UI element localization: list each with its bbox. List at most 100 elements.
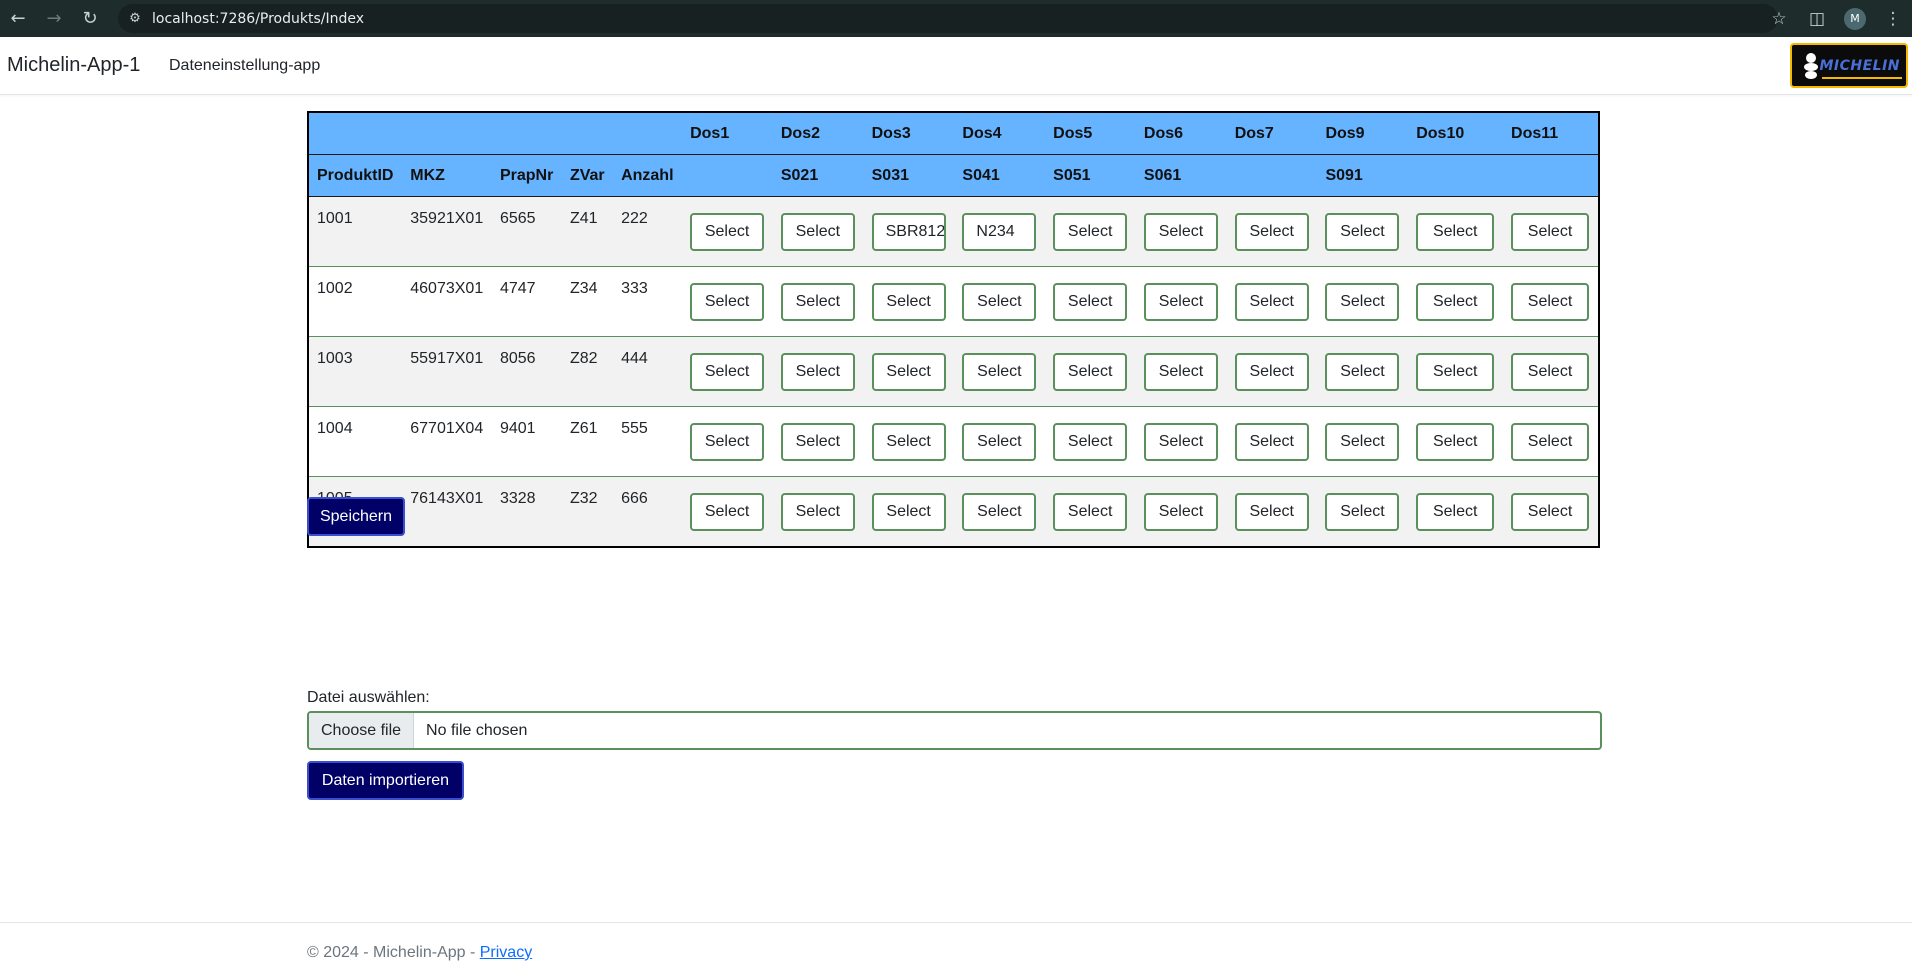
dos-select[interactable]: Select (780, 212, 855, 251)
cell-anzahl: 555 (621, 420, 648, 437)
dos-select[interactable]: SBR812 (871, 212, 946, 251)
select-cell: Select (1045, 337, 1136, 407)
dos-select[interactable]: Select (1234, 492, 1309, 531)
dos-select[interactable]: Select (871, 422, 946, 461)
select-cell: Select (682, 337, 773, 407)
select-cell: Select (1227, 267, 1318, 337)
dos-select[interactable]: Select (690, 282, 765, 321)
product-table: Dos1 Dos2 Dos3 Dos4 Dos5 Dos6 Dos7 Dos9 Dos10 Dos… (309, 113, 1598, 546)
dos-select[interactable]: Select (780, 492, 855, 531)
cell-prapnr: 3328 (499, 490, 536, 507)
cell-produktid: 1003 (317, 350, 353, 367)
select-cell: Select (864, 337, 955, 407)
forward-icon[interactable]: → (36, 0, 72, 37)
dos-select[interactable]: Select (871, 492, 946, 531)
dos-select[interactable]: Select (1416, 212, 1495, 251)
dos-select[interactable]: Select (690, 212, 765, 251)
select-cell: Select (954, 267, 1045, 337)
profile-avatar[interactable]: M (1844, 7, 1866, 30)
dos-select[interactable]: Select (1511, 422, 1590, 461)
dos-select[interactable]: Select (871, 352, 946, 391)
dos-select[interactable]: Select (962, 352, 1037, 391)
dos-select[interactable]: Select (871, 282, 946, 321)
back-icon[interactable]: ← (0, 0, 36, 37)
select-cell: Select (1408, 197, 1503, 267)
dos-select[interactable]: Select (1234, 212, 1309, 251)
dos-select[interactable]: Select (1325, 422, 1400, 461)
bookmark-star-icon[interactable]: ☆ (1760, 9, 1798, 29)
dos-select[interactable]: Select (1234, 422, 1309, 461)
dos-select[interactable]: Select (962, 492, 1037, 531)
dos-select[interactable]: Select (1416, 352, 1495, 391)
dos-select[interactable]: Select (1143, 422, 1218, 461)
import-button[interactable]: Daten importieren (307, 761, 464, 800)
dos-select[interactable]: Select (1053, 352, 1128, 391)
select-cell: Select (1317, 337, 1408, 407)
select-cell: Select (1136, 197, 1227, 267)
cell-mkz: 35921X01 (410, 210, 484, 227)
menu-icon[interactable]: ⋮ (1874, 9, 1912, 29)
dos-select[interactable]: Select (1511, 212, 1590, 251)
dos-select[interactable]: Select (1325, 492, 1400, 531)
dos-select[interactable]: Select (1234, 282, 1309, 321)
cell-anzahl: 222 (621, 210, 648, 227)
select-cell: Select (954, 337, 1045, 407)
brand-link[interactable]: Michelin-App-1 (7, 54, 140, 77)
save-button[interactable]: Speichern (307, 497, 405, 536)
header-cell-r2: S061 (1143, 166, 1182, 184)
header-cell-r1 (491, 113, 562, 155)
dos-select[interactable]: Select (1325, 282, 1400, 321)
cell-mkz: 67701X04 (410, 420, 484, 437)
select-cell: Select (1317, 477, 1408, 547)
dos-select[interactable]: Select (780, 422, 855, 461)
dos-select[interactable]: Select (1416, 282, 1495, 321)
dos-select[interactable]: Select (1053, 282, 1128, 321)
header-cell-r2: Anzahl (621, 166, 674, 184)
dos-select[interactable]: Select (1325, 352, 1400, 391)
dos-select[interactable]: Select (1053, 212, 1128, 251)
header-cell-r1: Dos6 (1135, 113, 1227, 155)
dos-select[interactable]: Select (1234, 352, 1309, 391)
table-row: 1001 35921X01 6565 Z41 222 Select Select SBR812… (309, 196, 1598, 267)
dos-select[interactable]: Select (1511, 352, 1590, 391)
dos-select[interactable]: Select (1053, 422, 1128, 461)
dos-select[interactable]: Select (962, 282, 1037, 321)
dos-select[interactable]: Select (690, 352, 765, 391)
dos-select[interactable]: Select (1325, 212, 1400, 251)
select-cell: Select (773, 477, 864, 547)
dos-select[interactable]: Select (780, 282, 855, 321)
dos-select[interactable]: Select (1416, 422, 1495, 461)
dos-select[interactable]: N234 (962, 212, 1037, 251)
dos-select[interactable]: Select (1053, 492, 1128, 531)
select-cell: SBR812 (864, 197, 955, 267)
reload-icon[interactable]: ↻ (72, 0, 108, 37)
dos-select[interactable]: Select (1143, 212, 1218, 251)
nav-link-dateneinstellung[interactable]: Dateneinstellung-app (169, 57, 320, 75)
dos-select[interactable]: Select (780, 352, 855, 391)
select-cell: Select (864, 477, 955, 547)
dos-select[interactable]: Select (1143, 352, 1218, 391)
michelin-logo[interactable]: MICHELIN (1790, 43, 1908, 88)
dos-select[interactable]: Select (1511, 282, 1590, 321)
footer-copyright: © 2024 - Michelin-App - (307, 944, 480, 961)
select-cell: Select (1227, 407, 1318, 477)
choose-file-button[interactable]: Choose file (309, 713, 415, 748)
select-cell: Select (1408, 337, 1503, 407)
header-cell-r1: Dos11 (1503, 113, 1598, 155)
dos-select[interactable]: Select (1143, 282, 1218, 321)
dos-select[interactable]: Select (962, 422, 1037, 461)
dos-select[interactable]: Select (690, 422, 765, 461)
privacy-link[interactable]: Privacy (480, 944, 532, 961)
app-navbar: Michelin-App-1 Dateneinstellung-app MICH… (0, 37, 1912, 95)
dos-select[interactable]: Select (1416, 492, 1495, 531)
header-cell-r1: Dos1 (682, 113, 773, 155)
site-info-icon[interactable]: ⚙ (118, 11, 152, 26)
dos-select[interactable]: Select (1511, 492, 1590, 531)
header-cell-r1: Dos5 (1045, 113, 1136, 155)
dos-select[interactable]: Select (1143, 492, 1218, 531)
file-input[interactable]: Choose file No file chosen (307, 711, 1602, 750)
dos-select[interactable]: Select (690, 492, 765, 531)
select-cell: Select (682, 197, 773, 267)
address-bar[interactable]: ⚙ localhost:7286/Produkts/Index (118, 4, 1778, 33)
extensions-icon[interactable]: ◫ (1798, 9, 1836, 29)
